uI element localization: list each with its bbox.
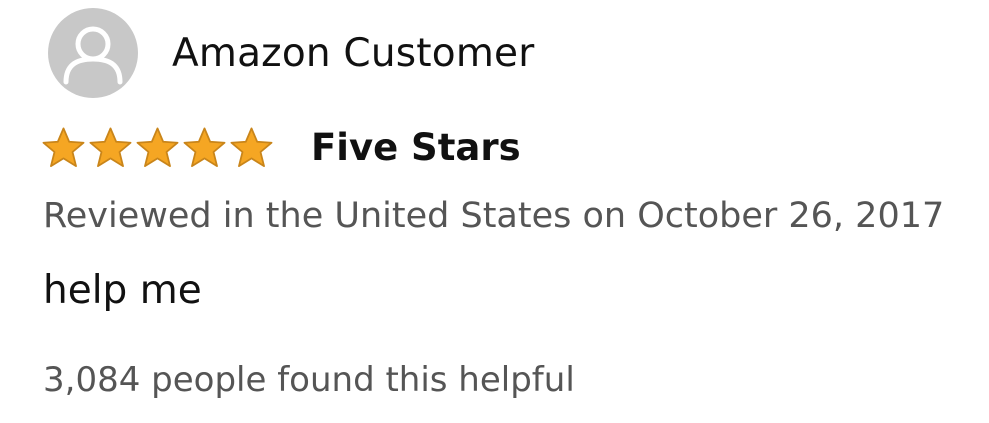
reviewer-profile[interactable]: Amazon Customer [48, 8, 534, 98]
helpful-count: 3,084 people found this helpful [43, 360, 575, 400]
review-title[interactable]: Five Stars [311, 126, 521, 169]
customer-review: Amazon Customer Five Stars Reviewed in t… [0, 0, 989, 423]
star-rating[interactable] [40, 125, 275, 170]
rating-row: Five Stars [40, 122, 521, 172]
star-icon [136, 127, 179, 167]
default-user-avatar-icon [48, 8, 138, 98]
star-icon [42, 127, 85, 167]
review-body: help me [43, 268, 202, 313]
reviewer-name[interactable]: Amazon Customer [172, 31, 534, 76]
star-icon [230, 127, 273, 167]
star-icon [89, 127, 132, 167]
star-icon [183, 127, 226, 167]
review-date: Reviewed in the United States on October… [43, 196, 945, 236]
